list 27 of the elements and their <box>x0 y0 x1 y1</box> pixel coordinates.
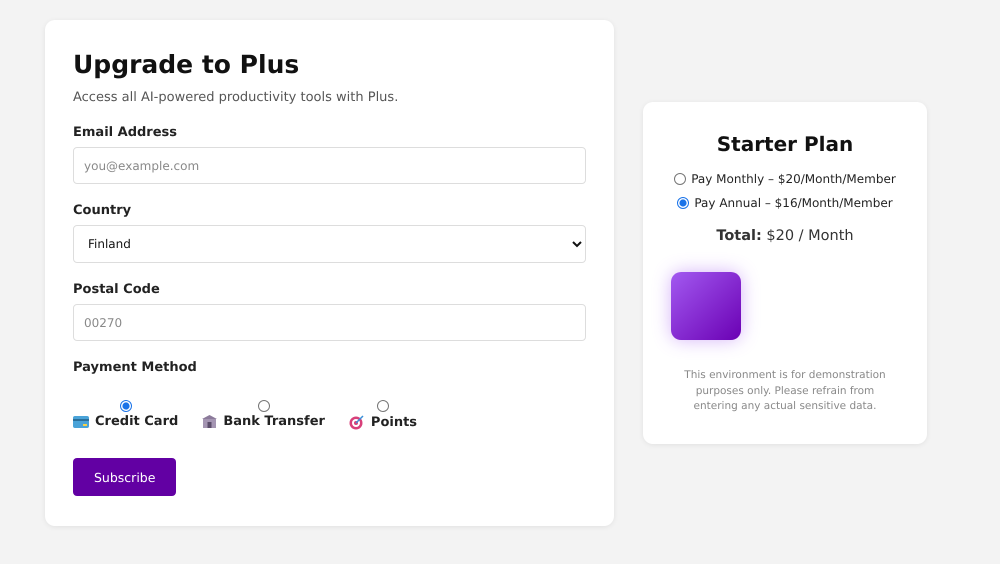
bank-icon <box>202 414 218 428</box>
radio-button[interactable] <box>120 400 132 412</box>
credit-card-icon <box>73 416 89 428</box>
radio-button[interactable] <box>674 173 686 185</box>
option-label: Bank Transfer <box>223 414 325 429</box>
option-label: Pay Monthly – $20/Month/Member <box>691 172 896 186</box>
notice-text: This environment is for demonstration purposes only. Please refrain from entering any actual sensitive data. <box>683 368 887 414</box>
total-text: Total: $20 / Month <box>716 228 854 244</box>
input-field[interactable]: 00270 <box>73 304 586 341</box>
form-title: Upgrade to Plus <box>73 50 300 80</box>
option-label: Points <box>370 414 418 430</box>
form-subtitle: Access all AI-powered productivity tools with Plus. <box>73 90 400 105</box>
option-label: Credit Card <box>95 414 178 429</box>
option-label: Pay Annual – $16/Month/Member <box>694 196 893 210</box>
radio-button[interactable] <box>376 400 389 412</box>
country-select[interactable]: Finland <box>73 225 586 263</box>
target-icon <box>348 414 365 430</box>
field-label: Payment Method <box>73 360 197 375</box>
field-label: Email Address <box>73 125 178 140</box>
subscribe-button[interactable]: Subscribe <box>73 458 176 496</box>
radio-button[interactable] <box>258 400 270 412</box>
input-field[interactable]: you@example.com <box>73 147 586 184</box>
radio-button[interactable] <box>677 197 690 209</box>
field-label: Country <box>73 203 132 218</box>
gradient-tile <box>671 272 741 340</box>
field-label: Postal Code <box>73 282 160 297</box>
plan-title: Starter Plan <box>716 132 854 156</box>
